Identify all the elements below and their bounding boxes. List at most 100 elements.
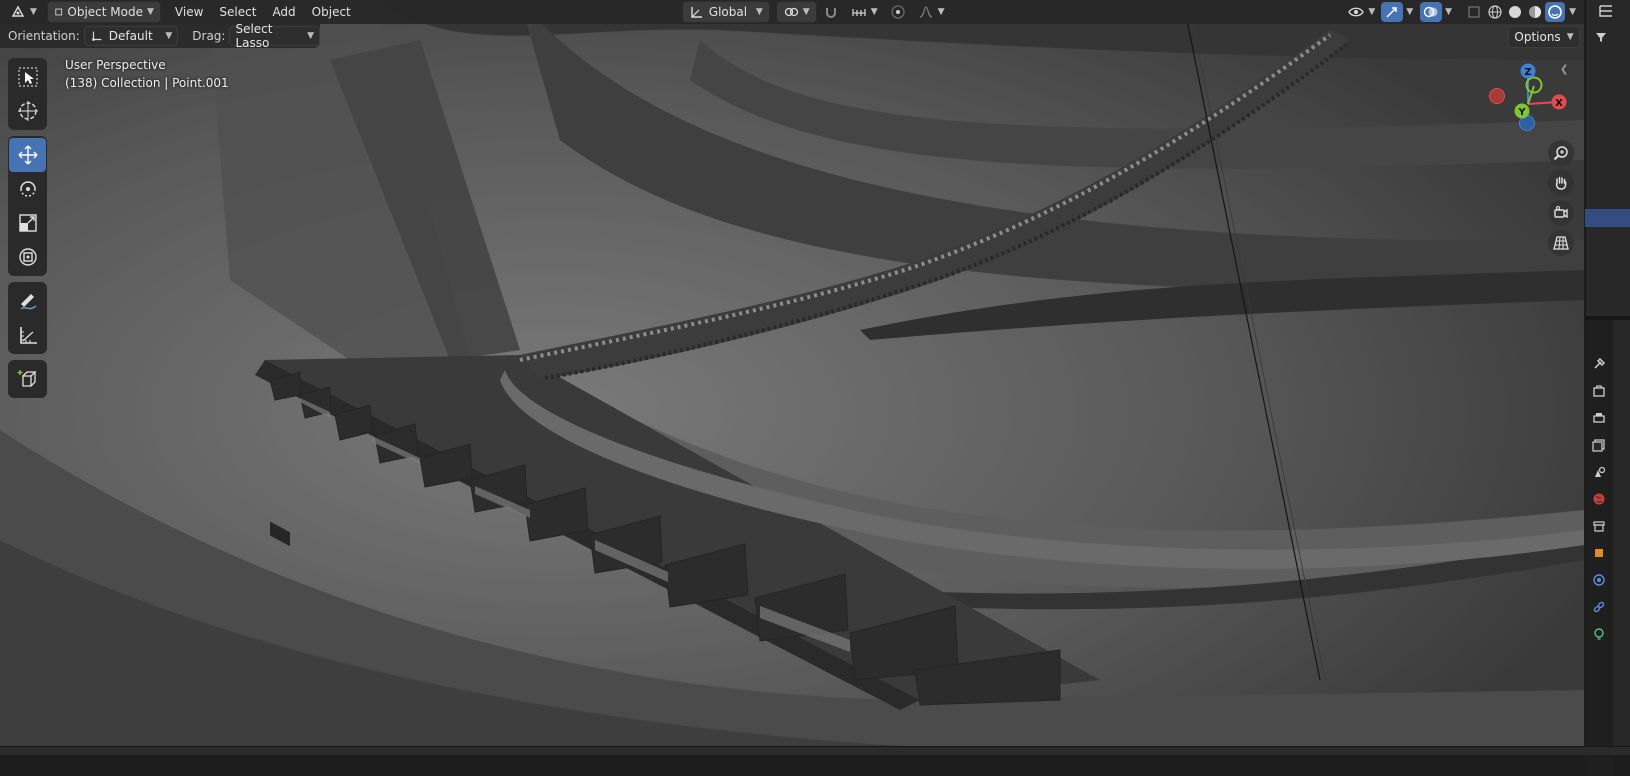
pivot-point-dropdown[interactable]: ▼ xyxy=(775,1,817,23)
camera-icon xyxy=(1554,205,1568,219)
tool-add-cube[interactable] xyxy=(9,362,46,396)
tab-view-layer[interactable] xyxy=(1585,431,1613,458)
tab-object-data[interactable] xyxy=(1585,620,1613,647)
tab-world[interactable] xyxy=(1585,485,1613,512)
lightbulb-icon xyxy=(1594,627,1604,640)
physics-orbit-icon xyxy=(1593,573,1605,586)
axis-neg-x-handle[interactable] xyxy=(1489,88,1505,104)
gizmo-dropdown[interactable]: ▼ xyxy=(1403,2,1416,22)
overlays-toggle[interactable] xyxy=(1420,2,1443,22)
transform-orientation-label: Global xyxy=(708,5,748,19)
gizmo-icon xyxy=(1386,7,1397,18)
orientation-dropdown[interactable]: Default ▼ xyxy=(83,26,179,46)
outliner-editor-icon[interactable] xyxy=(1596,2,1616,22)
gizmo-toggle[interactable] xyxy=(1381,2,1404,22)
drag-value: Select Lasso xyxy=(235,22,273,50)
shading-solid[interactable] xyxy=(1505,2,1525,22)
pan-button[interactable] xyxy=(1548,170,1574,196)
menu-add[interactable]: Add xyxy=(264,2,303,22)
collection-box-icon xyxy=(1593,520,1605,532)
xray-toggle[interactable] xyxy=(1463,2,1485,22)
perspective-text: User Perspective xyxy=(65,58,166,72)
viewport-scene[interactable] xyxy=(0,0,1584,746)
tab-object[interactable] xyxy=(1585,539,1613,566)
tool-move[interactable] xyxy=(9,138,46,172)
drag-label: Drag: xyxy=(192,29,226,43)
tool-scale[interactable] xyxy=(9,206,46,240)
tool-shelf xyxy=(8,58,47,404)
tool-select-box[interactable] xyxy=(9,60,46,94)
object-mode-icon xyxy=(55,8,63,16)
axis-y-label: Y xyxy=(1517,107,1526,118)
snap-toggle[interactable] xyxy=(817,2,845,22)
orientation-label: Orientation: xyxy=(8,29,80,43)
solid-sphere-icon xyxy=(1509,6,1522,18)
falloff-curve-icon xyxy=(919,6,932,18)
editor-type-button[interactable]: ▼ xyxy=(4,2,43,22)
outliner-panel[interactable] xyxy=(1585,0,1630,316)
image-layers-icon xyxy=(1592,438,1605,452)
tab-physics[interactable] xyxy=(1585,566,1613,593)
orientation-default-icon xyxy=(91,31,102,41)
snap-target-dropdown[interactable]: ▼ xyxy=(845,2,884,22)
tool-transform[interactable] xyxy=(9,240,46,274)
menu-object[interactable]: Object xyxy=(304,2,359,22)
tab-render[interactable] xyxy=(1585,377,1613,404)
constraint-link-icon xyxy=(1593,601,1605,612)
visibility-dropdown[interactable]: ▼ xyxy=(1342,2,1381,22)
3d-viewport[interactable] xyxy=(0,0,1584,746)
filter-icon[interactable] xyxy=(1594,30,1608,44)
rendered-sphere-icon xyxy=(1548,5,1562,19)
overlays-dropdown[interactable]: ▼ xyxy=(1442,2,1455,22)
panel-divider[interactable] xyxy=(1585,316,1630,320)
tab-collection[interactable] xyxy=(1585,512,1613,539)
outliner-selected-row[interactable] xyxy=(1585,209,1630,227)
proportional-falloff-dropdown[interactable]: ▼ xyxy=(912,2,951,22)
tool-annotate[interactable] xyxy=(9,284,46,318)
transform-orientation-dropdown[interactable]: Global ▼ xyxy=(681,1,770,23)
material-sphere-icon xyxy=(1529,6,1542,18)
camera-view-button[interactable] xyxy=(1548,200,1574,226)
ortho-toggle-button[interactable] xyxy=(1548,230,1574,256)
scene-shapes-icon xyxy=(1595,466,1606,477)
tool-rotate[interactable] xyxy=(9,172,46,206)
sidebar-toggle-arrow[interactable]: ❮ xyxy=(1560,64,1568,75)
proportional-edit-toggle[interactable] xyxy=(884,2,912,22)
tab-tool[interactable] xyxy=(1585,350,1613,377)
navigation-gizmo[interactable]: Z X Y xyxy=(1488,60,1568,140)
context-text: (138) Collection | Point.001 xyxy=(65,76,229,90)
shading-wireframe[interactable] xyxy=(1485,2,1505,22)
measure-ruler-icon xyxy=(19,327,37,344)
shading-material[interactable] xyxy=(1525,2,1545,22)
menu-select[interactable]: Select xyxy=(211,2,264,22)
menu-view[interactable]: View xyxy=(167,2,211,22)
transform-icon xyxy=(18,248,37,266)
drag-dropdown[interactable]: Select Lasso ▼ xyxy=(229,22,320,50)
chevron-down-icon: ▼ xyxy=(30,7,37,17)
chevron-down-icon: ▼ xyxy=(802,7,810,17)
tab-constraints[interactable] xyxy=(1585,593,1613,620)
chevron-down-icon: ▼ xyxy=(1406,7,1414,17)
tool-measure[interactable] xyxy=(9,318,46,352)
navigation-buttons xyxy=(1548,140,1574,260)
mode-dropdown[interactable]: Object Mode ▼ xyxy=(46,1,161,23)
zoom-button[interactable] xyxy=(1548,140,1574,166)
object-square-icon xyxy=(1595,548,1603,557)
shading-rendered[interactable] xyxy=(1545,2,1566,22)
chevron-down-icon: ▼ xyxy=(165,31,173,41)
magnet-icon xyxy=(825,8,836,18)
axis-z-label: Z xyxy=(1524,67,1531,78)
shading-dropdown[interactable]: ▼ xyxy=(1565,2,1580,22)
tool-group-select xyxy=(8,58,47,130)
tool-cursor[interactable] xyxy=(9,94,46,128)
chevron-down-icon: ▼ xyxy=(1566,32,1574,42)
tab-scene[interactable] xyxy=(1585,458,1613,485)
tab-output[interactable] xyxy=(1585,404,1613,431)
snap-increment-icon xyxy=(852,9,866,16)
options-label: Options xyxy=(1514,30,1561,44)
chevron-down-icon: ▼ xyxy=(1445,7,1453,17)
wireframe-sphere-icon xyxy=(1488,5,1502,19)
render-camera-icon xyxy=(1593,384,1605,397)
zoom-magnifier-icon xyxy=(1553,146,1568,161)
options-dropdown[interactable]: Options ▼ xyxy=(1508,26,1580,48)
